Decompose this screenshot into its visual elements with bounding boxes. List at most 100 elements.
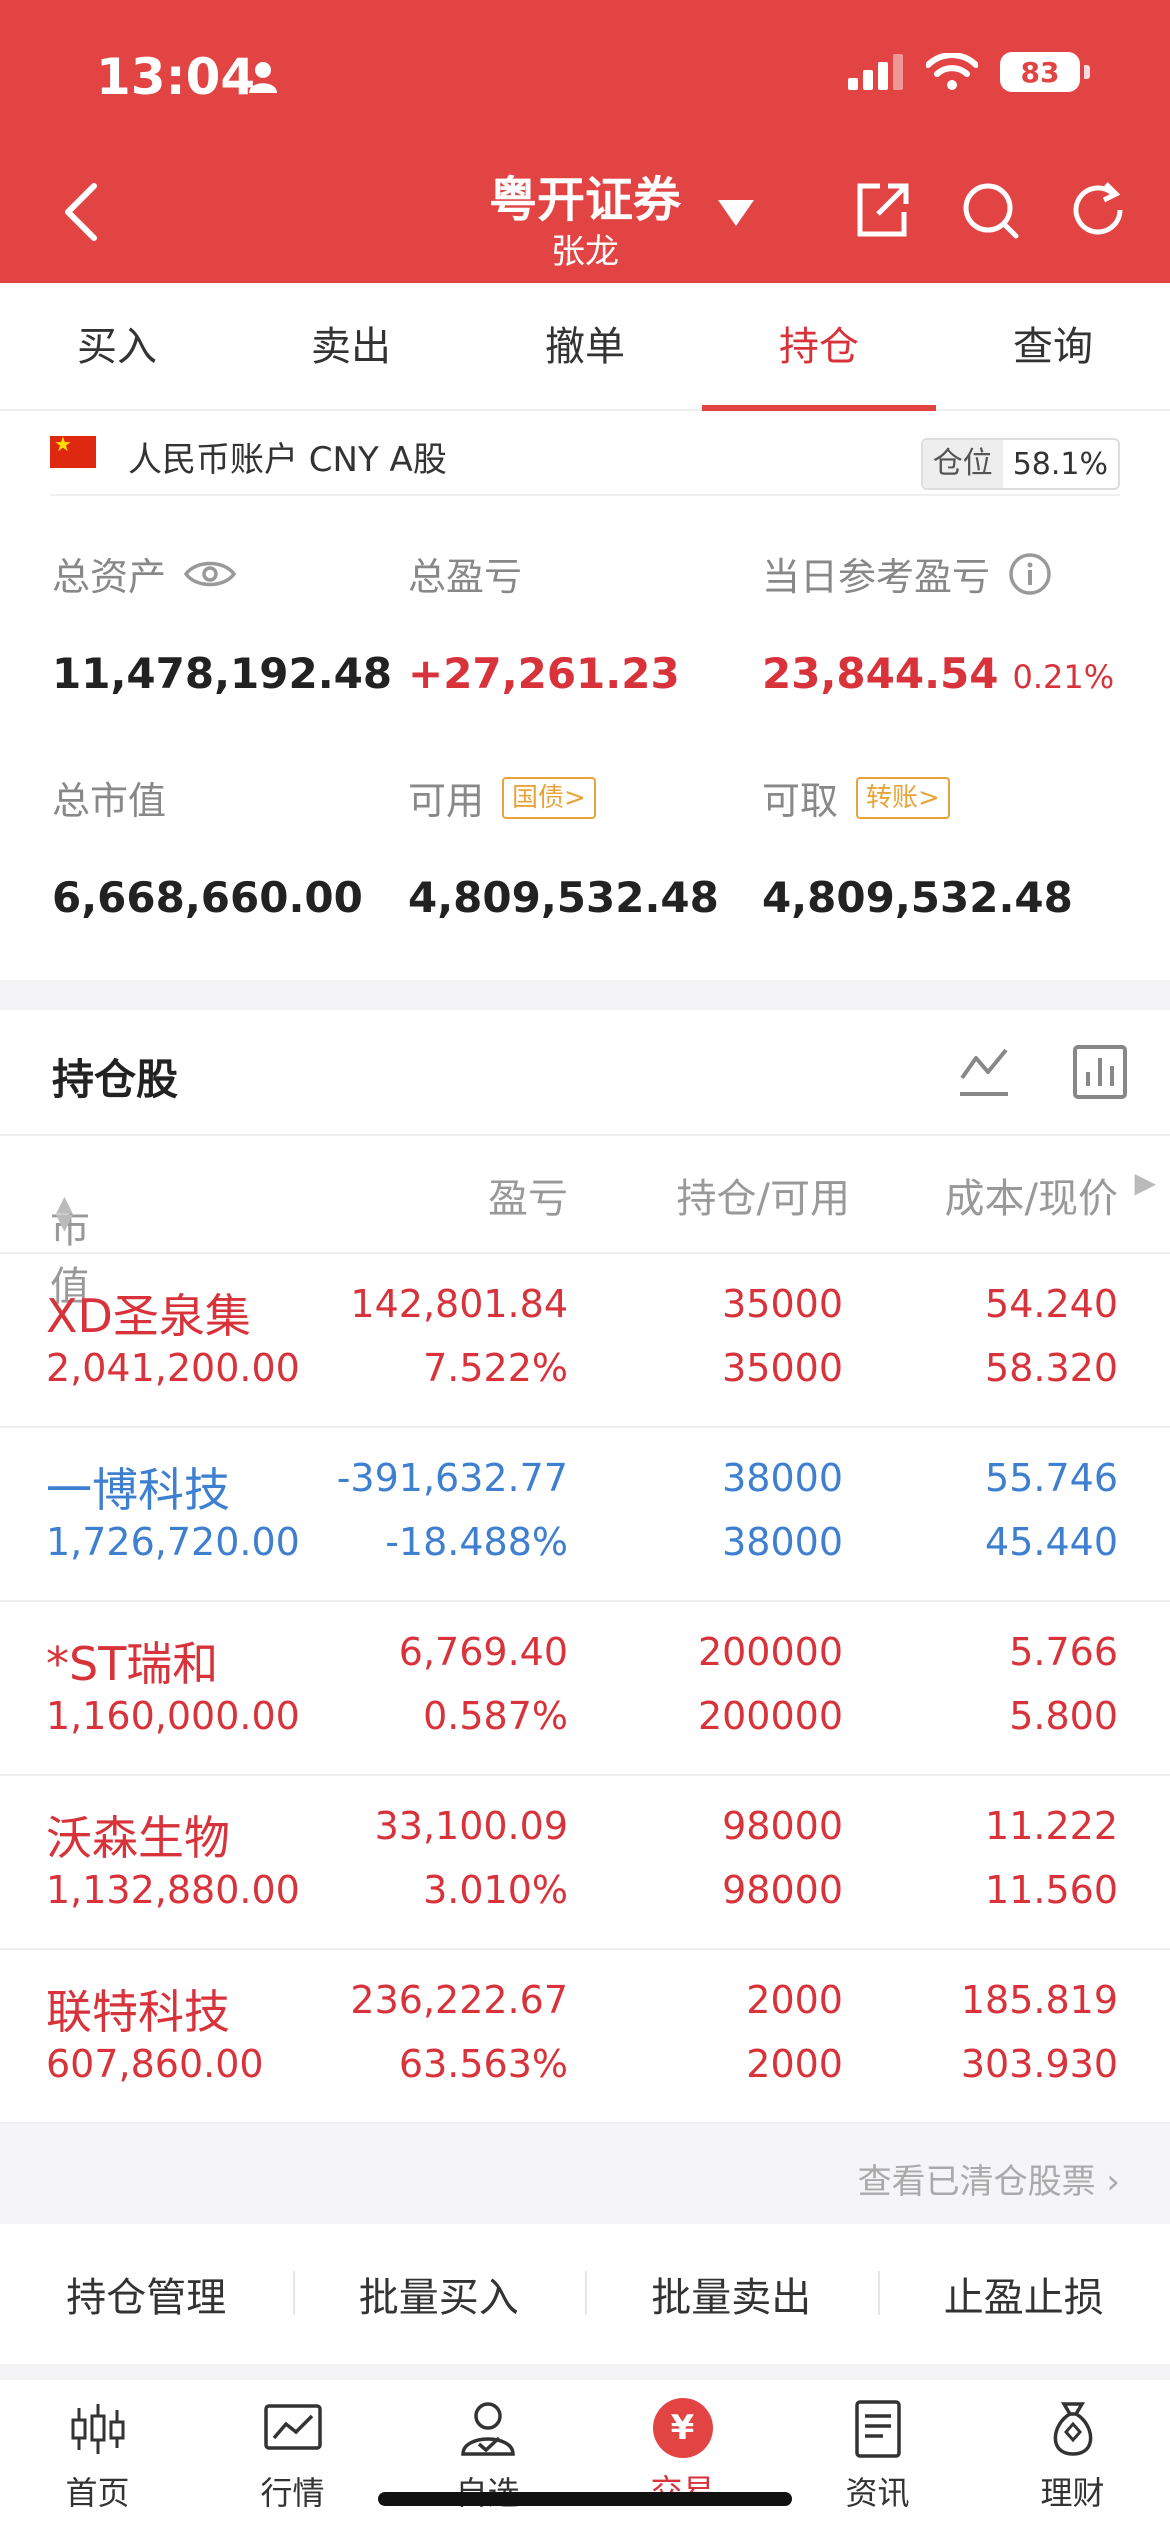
day-pl-value: 23,844.54 (762, 649, 999, 698)
total-assets-label: 总资产 (52, 555, 167, 599)
document-icon (854, 2400, 901, 2458)
market-value-value: 6,668,660.00 (52, 873, 363, 922)
tab-home[interactable]: 首页 (0, 2380, 195, 2532)
account-label[interactable]: 人民币账户 CNY A股 (128, 432, 447, 481)
position-ratio-value: 58.1% (1012, 446, 1108, 482)
stock-pl: 142,801.84 (350, 1282, 568, 1326)
line-chart-icon[interactable] (954, 1042, 1014, 1102)
holdings-header: 持仓股 (0, 1010, 1170, 1136)
chevron-right-icon[interactable]: ▶ (1134, 1166, 1156, 1199)
total-pl-value: +27,261.23 (408, 649, 680, 698)
home-indicator[interactable] (378, 2492, 792, 2506)
stock-price: 303.930 (960, 2042, 1118, 2086)
status-indicators: 83 (848, 52, 1090, 92)
day-pl-label: 当日参考盈亏 (762, 555, 991, 599)
stock-cost: 5.766 (1009, 1630, 1118, 1674)
info-icon[interactable] (1008, 552, 1052, 596)
available-funds: 可用 国债> 4,809,532.48 (408, 770, 719, 922)
stock-available: 98000 (722, 1868, 843, 1912)
share-icon[interactable] (850, 178, 914, 242)
table-row[interactable]: 沃森生物 1,132,880.00 33,100.09 3.010% 98000… (0, 1776, 1170, 1950)
stock-pl-percent: -18.488% (385, 1520, 568, 1564)
tab-cancel-order[interactable]: 撤单 (468, 283, 702, 409)
batch-sell-button[interactable]: 批量卖出 (585, 2265, 878, 2323)
day-pl: 当日参考盈亏 23,844.54 0.21% (762, 546, 1114, 698)
china-flag-icon (50, 432, 96, 468)
tab-news[interactable]: 资讯 (780, 2380, 975, 2532)
tab-positions[interactable]: 持仓 (702, 283, 936, 411)
stock-pl: 6,769.40 (398, 1630, 568, 1674)
candlestick-icon (71, 2404, 124, 2454)
tabbar-divider (0, 2364, 1170, 2380)
stock-price: 11.560 (985, 1868, 1118, 1912)
stock-price: 58.320 (985, 1346, 1118, 1390)
stock-name: 联特科技 (46, 1985, 230, 2039)
stock-pl: -391,632.77 (336, 1456, 568, 1500)
eye-icon[interactable] (184, 558, 237, 590)
table-row[interactable]: *ST瑞和 1,160,000.00 6,769.40 0.587% 20000… (0, 1602, 1170, 1776)
withdrawable-value: 4,809,532.48 (762, 873, 1073, 922)
total-pl-label: 总盈亏 (408, 555, 523, 599)
holdings-title: 持仓股 (52, 1055, 179, 1104)
treasury-bond-button[interactable]: 国债> (502, 776, 596, 819)
signal-icon (848, 54, 903, 90)
tab-wealth[interactable]: 理财 (975, 2380, 1170, 2532)
available-label: 可用 (408, 779, 485, 823)
col-cost-price[interactable]: 成本/现价 (945, 1166, 1118, 1224)
stock-market-value: 2,041,200.00 (46, 1346, 300, 1390)
stock-pl: 33,100.09 (374, 1804, 568, 1848)
tab-buy[interactable]: 买入 (0, 283, 234, 409)
total-pl: 总盈亏 +27,261.23 (408, 546, 680, 698)
table-row[interactable]: 一博科技 1,726,720.00 -391,632.77 -18.488% 3… (0, 1428, 1170, 1602)
stock-available: 200000 (697, 1694, 843, 1738)
battery-tip (1084, 65, 1090, 79)
stock-pl: 236,222.67 (350, 1978, 568, 2022)
transfer-button[interactable]: 转账> (856, 776, 950, 819)
withdrawable-label: 可取 (762, 779, 839, 823)
battery-indicator: 83 (1000, 52, 1080, 92)
chevron-right-icon: › (1106, 2162, 1120, 2202)
tab-sell[interactable]: 卖出 (234, 283, 468, 409)
stock-name: 一博科技 (46, 1463, 230, 1517)
stock-pl-percent: 3.010% (423, 1868, 568, 1912)
search-icon[interactable] (958, 178, 1022, 242)
stock-available: 2000 (746, 2042, 843, 2086)
tab-trade[interactable]: ¥ 交易 (585, 2380, 780, 2532)
col-hold-available[interactable]: 持仓/可用 (677, 1166, 850, 1224)
tab-watchlist[interactable]: 自选 (390, 2380, 585, 2532)
stock-hold: 200000 (697, 1630, 843, 1674)
money-bag-icon (1053, 2402, 1092, 2456)
position-management-button[interactable]: 持仓管理 (0, 2265, 293, 2323)
market-chart-icon (263, 2404, 322, 2450)
tab-market[interactable]: 行情 (195, 2380, 390, 2532)
caret-down-icon[interactable] (718, 200, 754, 226)
bar-chart-icon[interactable] (1070, 1042, 1130, 1102)
user-check-icon (460, 2402, 515, 2456)
wifi-icon (926, 53, 978, 90)
stock-cost: 11.222 (985, 1804, 1118, 1848)
sort-icon: ▲ ▼ (56, 1192, 73, 1235)
stock-cost: 185.819 (960, 1978, 1118, 2022)
total-assets: 总资产 11,478,192.48 (52, 546, 392, 698)
status-time: 13:04 (96, 48, 256, 106)
tab-query[interactable]: 查询 (936, 283, 1170, 409)
refresh-icon[interactable] (1066, 178, 1130, 242)
holdings-column-header: 市值 ▲ ▼ 盈亏 持仓/可用 成本/现价 ▶ (0, 1136, 1170, 1310)
market-value-label: 总市值 (52, 779, 167, 823)
take-profit-stop-loss-button[interactable]: 止盈止损 (877, 2265, 1170, 2323)
col-pl[interactable]: 盈亏 (488, 1166, 568, 1224)
table-row[interactable]: 联特科技 607,860.00 236,222.67 63.563% 2000 … (0, 1950, 1170, 2124)
day-pl-percent: 0.21% (1012, 658, 1115, 696)
batch-buy-button[interactable]: 批量买入 (292, 2265, 586, 2323)
position-ratio-label: 仓位 (922, 440, 1003, 488)
person-status-icon (249, 62, 277, 93)
total-assets-value: 11,478,192.48 (52, 649, 393, 698)
withdrawable-funds: 可取 转账> 4,809,532.48 (762, 770, 1073, 922)
stock-hold: 98000 (722, 1804, 843, 1848)
market-value: 总市值 6,668,660.00 (52, 770, 363, 922)
stock-available: 38000 (722, 1520, 843, 1564)
table-row[interactable]: XD圣泉集 2,041,200.00 142,801.84 7.522% 350… (0, 1254, 1170, 1428)
position-ratio-badge: 仓位 58.1% (920, 438, 1120, 490)
view-cleared-stocks-link[interactable]: 查看已清仓股票 › (858, 2154, 1120, 2203)
header-actions (850, 178, 1130, 242)
